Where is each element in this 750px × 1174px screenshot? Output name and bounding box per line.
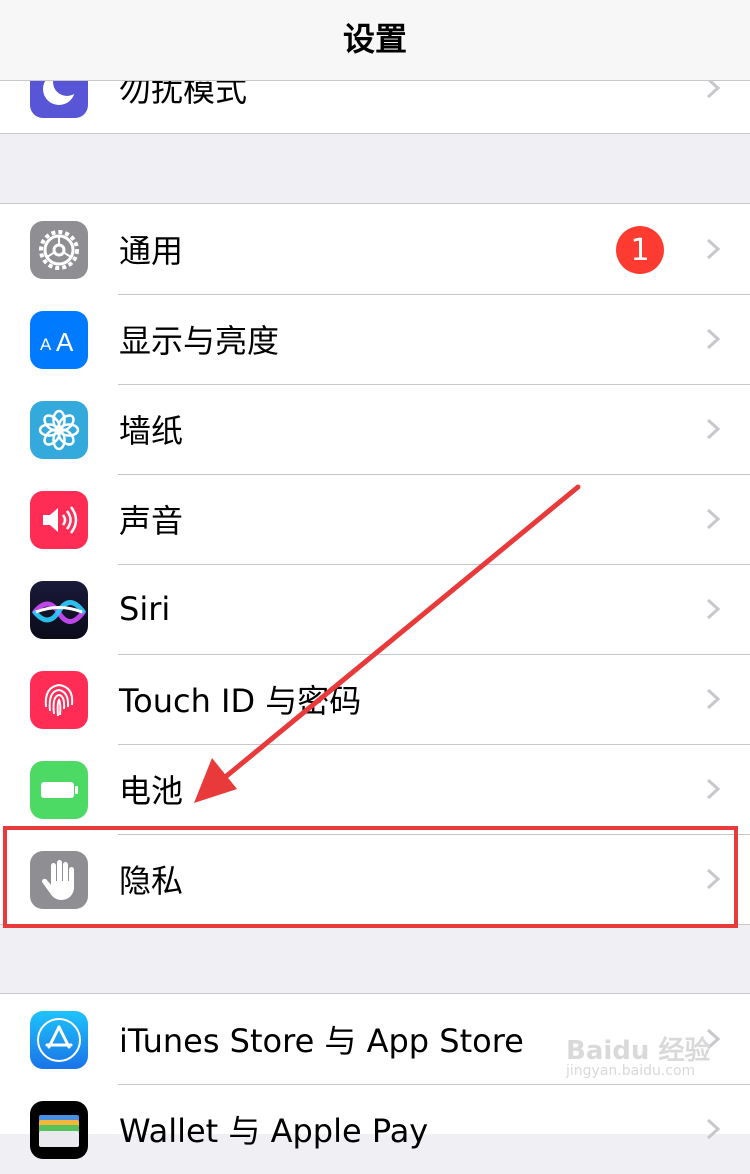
text-size-icon: A A	[30, 311, 88, 369]
hand-icon	[30, 851, 88, 909]
svg-text:A: A	[56, 327, 74, 357]
settings-row-label: Wallet 与 Apple Pay	[119, 1112, 429, 1150]
speaker-icon	[30, 491, 88, 549]
settings-row-wallpaper[interactable]: 墙纸	[0, 384, 750, 474]
chevron-right-icon	[706, 778, 720, 800]
settings-row-label: 电池	[119, 772, 184, 810]
settings-row-label: iTunes Store 与 App Store	[119, 1022, 524, 1060]
flower-icon	[30, 401, 88, 459]
wallet-icon	[30, 1101, 88, 1159]
chevron-right-icon	[706, 508, 720, 530]
navigation-bar: 设置	[0, 0, 750, 81]
chevron-right-icon	[706, 418, 720, 440]
settings-row-sounds[interactable]: 声音	[0, 474, 750, 564]
app-store-icon	[30, 1011, 88, 1069]
settings-row-label: 墙纸	[119, 412, 184, 450]
chevron-right-icon	[706, 688, 720, 710]
settings-row-label: 声音	[119, 502, 184, 540]
settings-row-general[interactable]: 通用 1	[0, 204, 750, 294]
settings-row-label: Touch ID 与密码	[119, 682, 362, 720]
settings-row-label: 显示与亮度	[119, 322, 280, 360]
chevron-right-icon	[706, 598, 720, 620]
chevron-right-icon	[706, 238, 720, 260]
fingerprint-icon	[30, 671, 88, 729]
chevron-right-icon	[706, 328, 720, 350]
chevron-right-icon	[706, 1118, 720, 1140]
settings-row-label: Siri	[119, 590, 171, 628]
settings-row-battery[interactable]: 电池	[0, 744, 750, 834]
siri-icon	[30, 581, 88, 639]
watermark-text: Baidu 经验	[566, 1036, 711, 1066]
settings-row-label: 通用	[119, 232, 184, 270]
settings-row-label: 隐私	[119, 862, 184, 900]
battery-icon	[30, 761, 88, 819]
svg-text:A: A	[40, 335, 52, 354]
settings-group-general: 通用 1 A A 显示与亮度 墙纸 声音 Siri Touch ID 与密码 电…	[0, 203, 750, 925]
baidu-watermark: Baidu 经验 jingyan.baidu.com	[566, 1030, 710, 1079]
settings-row-wallet-apple-pay[interactable]: Wallet 与 Apple Pay	[0, 1084, 750, 1174]
settings-row-display-brightness[interactable]: A A 显示与亮度	[0, 294, 750, 384]
settings-row-privacy[interactable]: 隐私	[0, 834, 750, 924]
settings-row-siri[interactable]: Siri	[0, 564, 750, 654]
watermark-url: jingyan.baidu.com	[566, 1063, 696, 1079]
chevron-right-icon	[706, 868, 720, 890]
page-title: 设置	[342, 20, 407, 58]
gear-icon	[30, 221, 88, 279]
settings-row-touch-id-passcode[interactable]: Touch ID 与密码	[0, 654, 750, 744]
notification-badge: 1	[616, 226, 664, 274]
